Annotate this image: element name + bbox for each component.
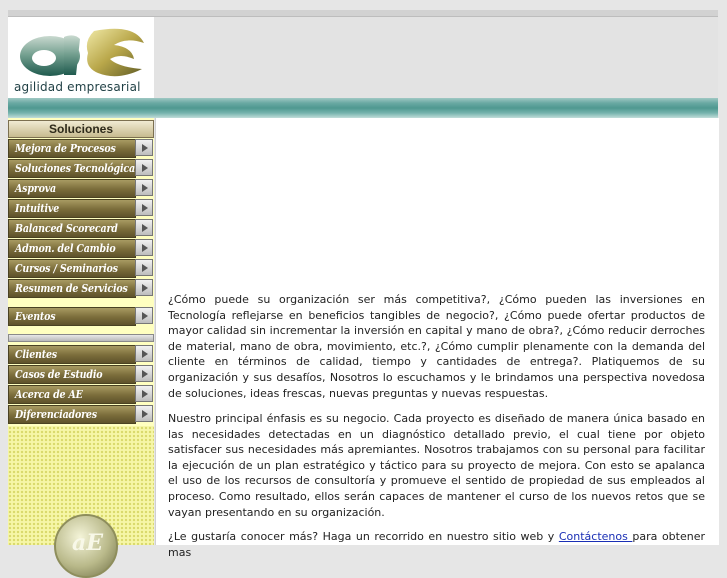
- sidebar-item-diferenciadores[interactable]: Diferenciadores: [8, 405, 154, 424]
- focus-paragraph: Nuestro principal énfasis es su negocio.…: [168, 412, 705, 519]
- sidebar-item-acerca-de-ae[interactable]: Acerca de AE: [8, 385, 154, 404]
- nav-label: Admon. del Cambio: [15, 242, 116, 255]
- sidebar-item-clientes[interactable]: Clientes: [8, 345, 154, 364]
- arrow-right-icon[interactable]: [135, 259, 153, 276]
- nav-label: Mejora de Procesos: [15, 142, 116, 155]
- sidebar-item-casos-de-estudio[interactable]: Casos de Estudio: [8, 365, 154, 384]
- contact-link[interactable]: Contáctenos: [559, 530, 633, 543]
- sidebar-item-intuitive[interactable]: Intuitive: [8, 199, 154, 218]
- arrow-right-icon[interactable]: [135, 365, 153, 382]
- sidebar-item-balanced-scorecard[interactable]: Balanced Scorecard: [8, 219, 154, 238]
- intro-paragraph: ¿Cómo puede su organización ser más comp…: [168, 293, 705, 400]
- nav-button[interactable]: Cursos / Seminarios: [8, 259, 136, 278]
- arrow-right-icon[interactable]: [135, 219, 153, 236]
- logo-monogram-icon: [20, 28, 144, 77]
- sidebar-item-admon-del-cambio[interactable]: Admon. del Cambio: [8, 239, 154, 258]
- header-divider-bar: [8, 98, 718, 118]
- arrow-right-icon[interactable]: [135, 239, 153, 256]
- nav-label: Resumen de Servicios: [15, 282, 128, 295]
- sidebar-header-soluciones: Soluciones: [8, 120, 154, 138]
- logo-tagline: agilidad empresarial: [14, 80, 141, 94]
- nav-button[interactable]: Diferenciadores: [8, 405, 136, 424]
- arrow-right-icon[interactable]: [135, 307, 153, 324]
- seal-monogram: aE: [72, 530, 104, 556]
- sidebar-item-soluciones-tecnologicas[interactable]: Soluciones Tecnológicas: [8, 159, 154, 178]
- nav-button[interactable]: Mejora de Procesos: [8, 139, 136, 158]
- arrow-right-icon[interactable]: [135, 405, 153, 422]
- nav-button[interactable]: Admon. del Cambio: [8, 239, 136, 258]
- sidebar-separator: [8, 334, 154, 342]
- nav-label: Soluciones Tecnológicas: [15, 162, 141, 175]
- arrow-right-icon[interactable]: [135, 159, 153, 176]
- sidebar-item-asprova[interactable]: Asprova: [8, 179, 154, 198]
- arrow-right-icon[interactable]: [135, 199, 153, 216]
- nav-button[interactable]: Clientes: [8, 345, 136, 364]
- nav-button[interactable]: Asprova: [8, 179, 136, 198]
- nav-label: Cursos / Seminarios: [15, 262, 118, 275]
- header: agilidad empresarial: [8, 17, 718, 98]
- arrow-right-icon[interactable]: [135, 139, 153, 156]
- nav-label: Balanced Scorecard: [15, 222, 118, 235]
- nav-button[interactable]: Eventos: [8, 307, 136, 326]
- nav-label: Eventos: [15, 310, 56, 323]
- nav-button[interactable]: Soluciones Tecnológicas: [8, 159, 140, 178]
- top-border: [8, 10, 718, 17]
- nav-button[interactable]: Acerca de AE: [8, 385, 136, 404]
- logo[interactable]: agilidad empresarial: [8, 17, 154, 98]
- sidebar: Soluciones Mejora de Procesos Soluciones…: [8, 118, 154, 578]
- nav-label: Asprova: [15, 182, 56, 195]
- nav-label: Diferenciadores: [15, 408, 97, 421]
- nav-label: Clientes: [15, 348, 57, 361]
- arrow-right-icon[interactable]: [135, 179, 153, 196]
- nav-label: Intuitive: [15, 202, 60, 215]
- arrow-right-icon[interactable]: [135, 279, 153, 296]
- main-content: ¿Cómo puede su organización ser más comp…: [155, 118, 719, 559]
- nav-label: Casos de Estudio: [15, 368, 103, 381]
- sidebar-item-eventos[interactable]: Eventos: [8, 307, 154, 326]
- arrow-right-icon[interactable]: [135, 385, 153, 402]
- seal-logo: aE: [54, 514, 118, 578]
- cta-text: ¿Le gustaría conocer más? Haga un recorr…: [168, 530, 559, 543]
- nav-button[interactable]: Casos de Estudio: [8, 365, 136, 384]
- nav-button[interactable]: Resumen de Servicios: [8, 279, 136, 298]
- nav-button[interactable]: Intuitive: [8, 199, 136, 218]
- sidebar-item-cursos-seminarios[interactable]: Cursos / Seminarios: [8, 259, 154, 278]
- sidebar-item-mejora-de-procesos[interactable]: Mejora de Procesos: [8, 139, 154, 158]
- arrow-right-icon[interactable]: [135, 345, 153, 362]
- nav-label: Acerca de AE: [15, 388, 83, 401]
- nav-button[interactable]: Balanced Scorecard: [8, 219, 136, 238]
- sidebar-item-resumen-de-servicios[interactable]: Resumen de Servicios: [8, 279, 154, 298]
